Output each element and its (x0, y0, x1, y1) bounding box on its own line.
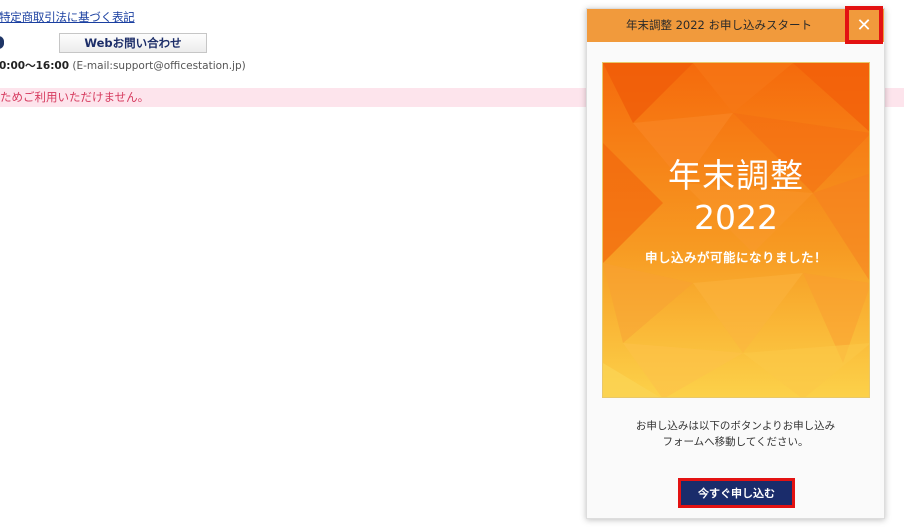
campaign-banner: 年末調整 2022 申し込みが可能になりました！ (602, 62, 870, 398)
banner-heading: 年末調整 (668, 156, 804, 195)
support-hours-time: 0:00〜16:00 (0, 60, 70, 72)
apply-now-button[interactable]: 今すぐ申し込む (678, 478, 795, 508)
web-inquiry-button[interactable]: Webお問い合わせ (59, 33, 207, 53)
modal-title: 年末調整 2022 お申し込みスタート (625, 18, 813, 32)
announcement-modal: 年末調整 2022 お申し込みスタート ✕ 年末調整 2022 申し込みが可能に… (586, 6, 885, 519)
legal-notice-link[interactable]: 特定商取引法に基づく表記 (0, 9, 135, 25)
support-icon (0, 36, 4, 49)
notice-text: ためご利用いただけません。 (0, 90, 150, 104)
close-icon: ✕ (856, 14, 872, 36)
banner-year: 2022 (694, 198, 778, 237)
instructions-line-1: お申し込みは以下のボタンよりお申し込み (635, 420, 836, 432)
instructions-line-2: フォームへ移動してください。 (662, 436, 809, 448)
banner-subtitle: 申し込みが可能になりました！ (644, 250, 827, 265)
modal-instructions: お申し込みは以下のボタンよりお申し込み フォームへ移動してください。 (587, 418, 884, 450)
support-hours: 0:00〜16:00 (E-mail:support@officestation… (0, 58, 246, 73)
modal-header: 年末調整 2022 お申し込みスタート ✕ (587, 6, 884, 44)
support-email: (E-mail:support@officestation.jp) (72, 60, 246, 72)
close-button[interactable]: ✕ (845, 6, 883, 44)
